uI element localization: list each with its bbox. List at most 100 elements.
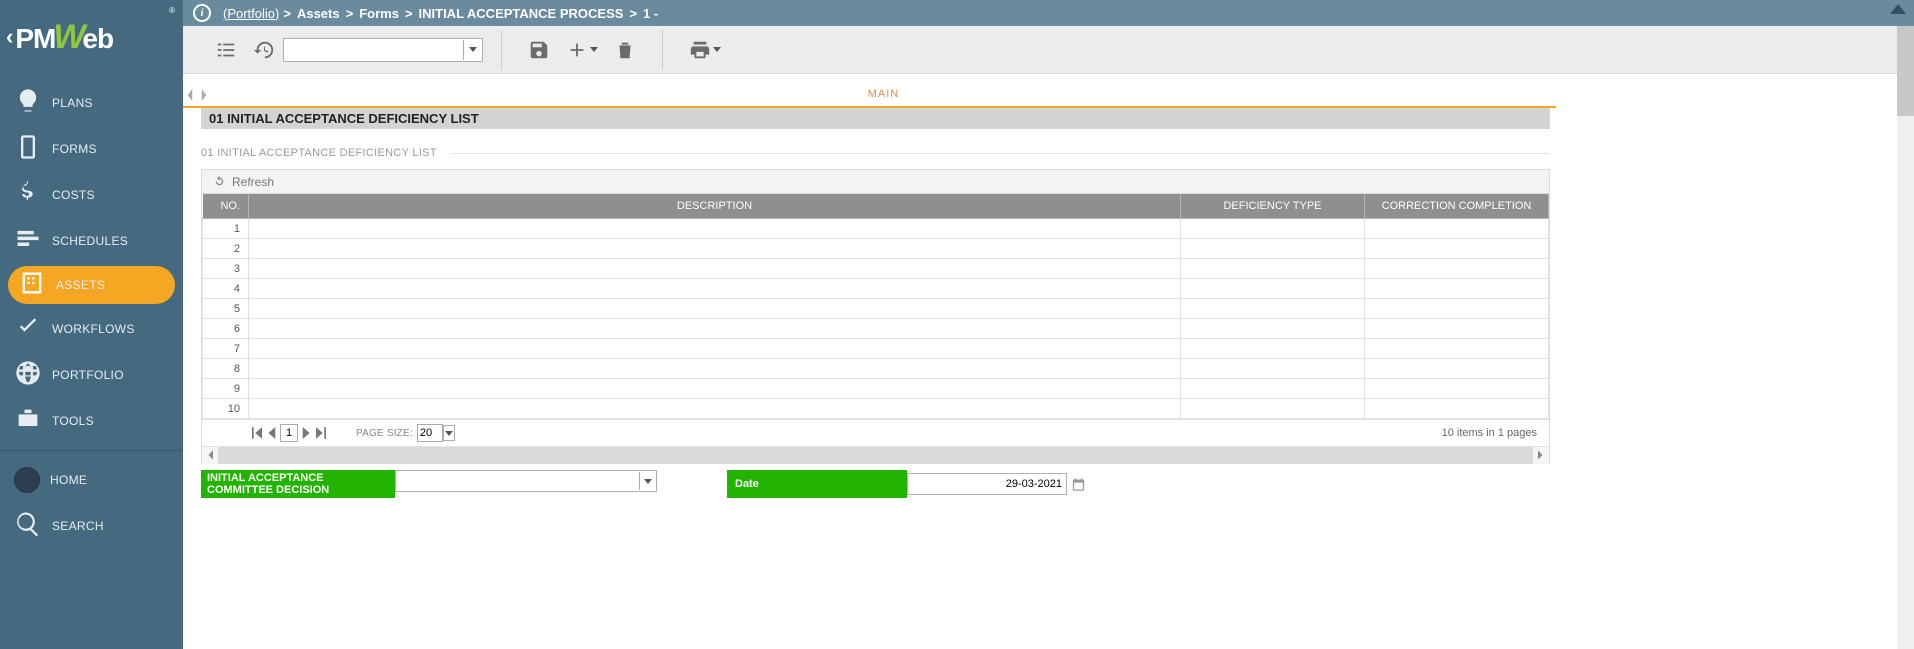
cell-no[interactable]: 3 [203,259,249,279]
collapse-up-icon[interactable] [1890,4,1906,14]
col-description[interactable]: DESCRIPTION [249,194,1181,219]
pager-prev-icon[interactable] [266,427,276,439]
cell-description[interactable] [249,299,1181,319]
pager-first-icon[interactable] [252,427,262,439]
cell-no[interactable]: 9 [203,379,249,399]
cell-description[interactable] [249,239,1181,259]
table-row[interactable]: 9 [203,379,1549,399]
scroll-right-icon[interactable] [1533,447,1549,464]
cell-no[interactable]: 1 [203,219,249,239]
cell-description[interactable] [249,219,1181,239]
breadcrumb-process[interactable]: INITIAL ACCEPTANCE PROCESS [419,6,624,21]
sidebar-item-home[interactable]: HOME [0,457,183,503]
tab-next-icon[interactable] [197,84,211,106]
dropdown-icon[interactable] [639,472,655,490]
sidebar-item-portfolio[interactable]: PORTFOLIO [0,352,183,398]
back-chevron-icon[interactable]: ‹ [6,24,13,50]
pager-page-input[interactable] [280,424,298,442]
cell-description[interactable] [249,259,1181,279]
col-no[interactable]: NO. [203,194,249,219]
print-icon[interactable] [689,39,711,61]
tab-prev-icon[interactable] [183,84,197,106]
cell-no[interactable]: 10 [203,399,249,419]
cell-correction[interactable] [1365,279,1549,299]
sidebar-item-search[interactable]: SEARCH [0,503,183,549]
decision-field[interactable] [395,470,657,498]
history-icon[interactable] [253,39,275,61]
pager-size-input[interactable] [417,424,443,442]
info-icon[interactable]: i [193,4,211,22]
cell-description[interactable] [249,319,1181,339]
cell-description[interactable] [249,279,1181,299]
cell-type[interactable] [1181,279,1365,299]
add-dropdown-icon[interactable] [590,47,598,52]
cell-no[interactable]: 2 [203,239,249,259]
table-row[interactable]: 1 [203,219,1549,239]
breadcrumb-portfolio-link[interactable]: (Portfolio) [223,6,279,21]
dropdown-icon[interactable] [443,425,455,441]
table-row[interactable]: 2 [203,239,1549,259]
breadcrumb-forms[interactable]: Forms [359,6,399,21]
save-icon[interactable] [528,39,550,61]
cell-type[interactable] [1181,219,1365,239]
scroll-left-icon[interactable] [202,447,218,464]
col-deficiency-type[interactable]: DEFICIENCY TYPE [1181,194,1365,219]
cell-no[interactable]: 4 [203,279,249,299]
cell-type[interactable] [1181,299,1365,319]
cell-type[interactable] [1181,379,1365,399]
cell-correction[interactable] [1365,359,1549,379]
pager-size-select[interactable] [417,424,443,442]
cell-type[interactable] [1181,259,1365,279]
cell-type[interactable] [1181,359,1365,379]
breadcrumb-assets[interactable]: Assets [297,6,340,21]
cell-correction[interactable] [1365,379,1549,399]
sidebar-item-assets[interactable]: ASSETS [8,266,175,304]
grid-horizontal-scrollbar[interactable] [202,446,1549,463]
tab-main[interactable]: MAIN [211,88,1556,106]
calendar-icon[interactable] [1071,477,1086,492]
date-field[interactable] [907,470,1086,498]
table-row[interactable]: 4 [203,279,1549,299]
scroll-track[interactable] [218,447,1533,464]
cell-correction[interactable] [1365,219,1549,239]
cell-description[interactable] [249,379,1181,399]
cell-description[interactable] [249,359,1181,379]
table-row[interactable]: 5 [203,299,1549,319]
table-row[interactable]: 8 [203,359,1549,379]
delete-icon[interactable] [614,39,636,61]
table-row[interactable]: 6 [203,319,1549,339]
print-dropdown-icon[interactable] [713,47,721,52]
cell-no[interactable]: 7 [203,339,249,359]
scroll-thumb[interactable] [1897,26,1914,116]
page-vertical-scrollbar[interactable] [1897,26,1914,649]
pager-last-icon[interactable] [316,427,326,439]
table-row[interactable]: 10 [203,399,1549,419]
decision-input[interactable] [395,470,657,492]
cell-correction[interactable] [1365,339,1549,359]
sidebar-item-workflows[interactable]: WORKFLOWS [0,306,183,352]
sidebar-item-tools[interactable]: TOOLS [0,398,183,444]
add-icon[interactable] [566,39,588,61]
dropdown-icon[interactable] [463,40,481,60]
cell-type[interactable] [1181,399,1365,419]
cell-type[interactable] [1181,339,1365,359]
table-row[interactable]: 7 [203,339,1549,359]
cell-correction[interactable] [1365,399,1549,419]
cell-no[interactable]: 6 [203,319,249,339]
date-input[interactable] [907,473,1067,495]
toolbar-select-input[interactable] [283,38,483,62]
cell-correction[interactable] [1365,319,1549,339]
cell-correction[interactable] [1365,259,1549,279]
sidebar-item-schedules[interactable]: SCHEDULES [0,218,183,264]
sidebar-item-costs[interactable]: COSTS [0,172,183,218]
cell-description[interactable] [249,339,1181,359]
cell-type[interactable] [1181,239,1365,259]
pager-next-icon[interactable] [302,427,312,439]
cell-correction[interactable] [1365,299,1549,319]
sidebar-item-forms[interactable]: FORMS [0,126,183,172]
cell-correction[interactable] [1365,239,1549,259]
toolbar-select[interactable] [283,38,483,62]
refresh-button[interactable]: Refresh [212,174,274,189]
cell-no[interactable]: 5 [203,299,249,319]
cell-no[interactable]: 8 [203,359,249,379]
